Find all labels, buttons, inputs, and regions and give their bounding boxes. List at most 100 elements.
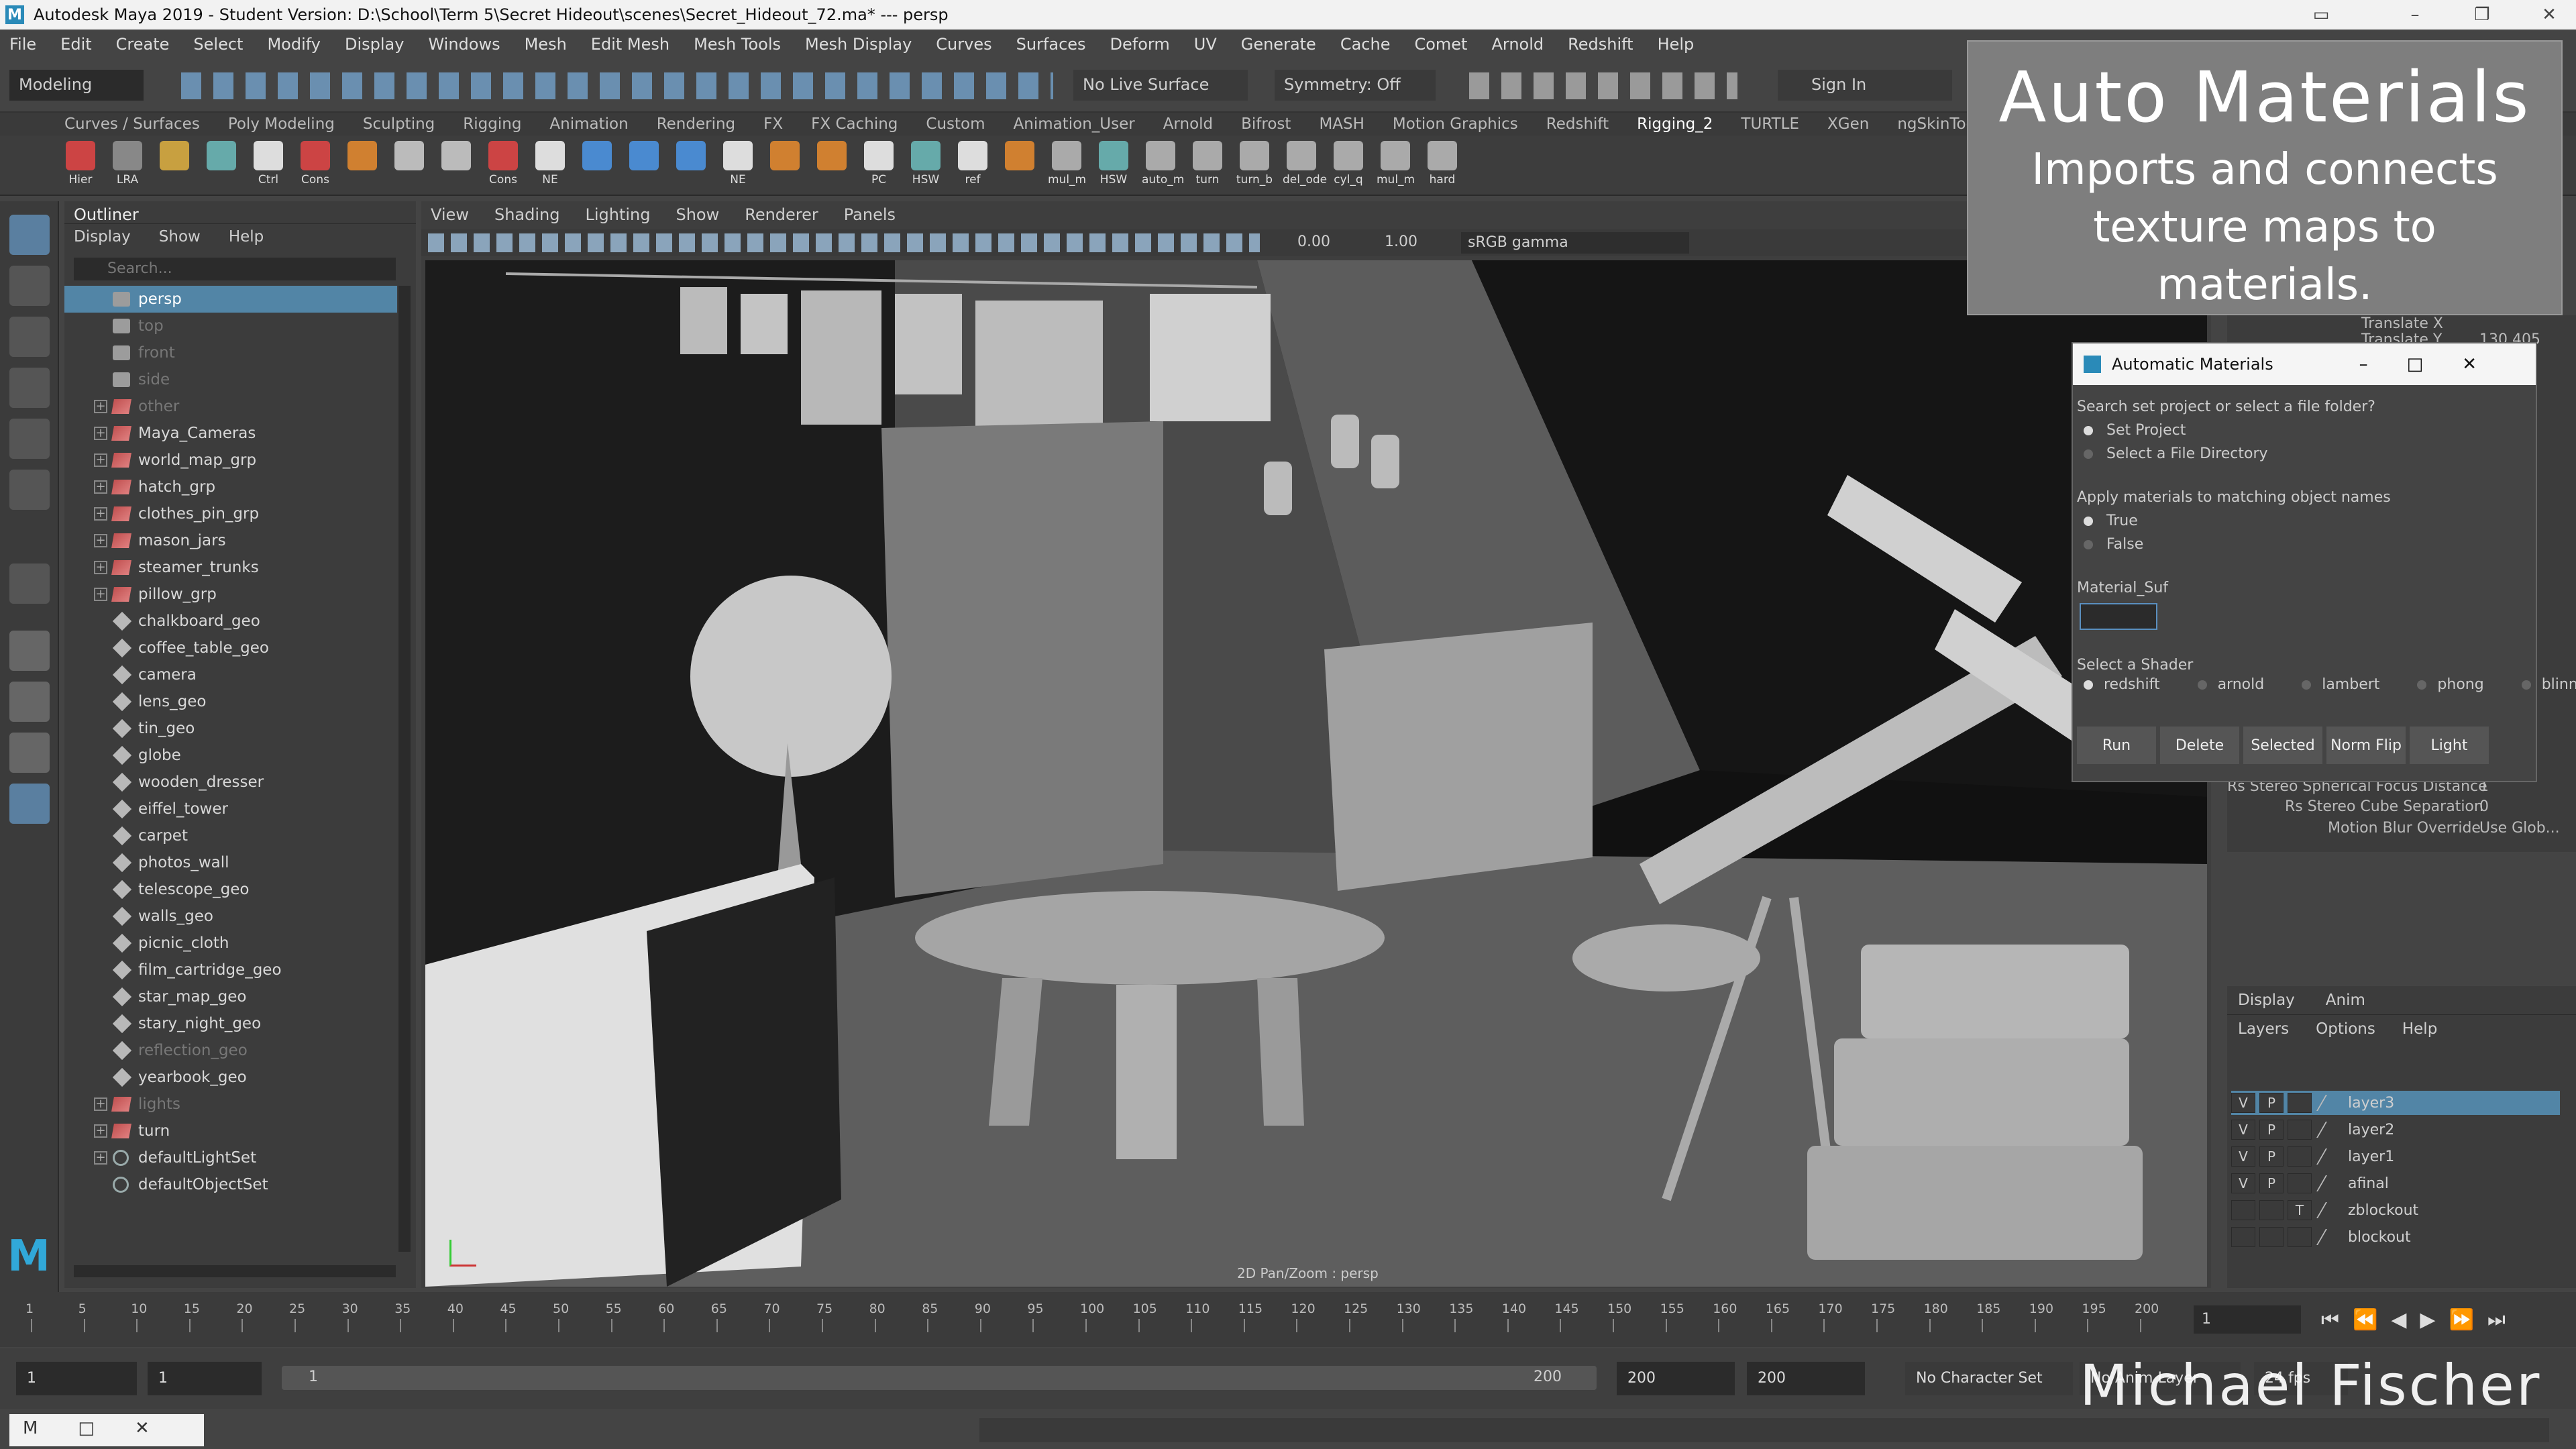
outliner-item[interactable]: front — [64, 339, 397, 366]
outliner-item[interactable]: star_map_geo — [64, 983, 397, 1010]
shelf-tab[interactable]: Bifrost — [1241, 115, 1291, 133]
expand-icon[interactable]: + — [94, 1097, 107, 1111]
shelf-icon[interactable]: mul_m — [1048, 141, 1086, 195]
layer-v-toggle[interactable]: V — [2231, 1173, 2255, 1193]
outliner-item[interactable]: + pillow_grp — [64, 581, 397, 608]
expand-icon[interactable]: + — [94, 453, 107, 467]
shader-radio-redshift[interactable]: redshift — [2084, 676, 2179, 693]
viewport-menu-panels[interactable]: Panels — [844, 205, 896, 224]
shelf-icon[interactable]: HSW — [907, 141, 945, 195]
menu-edit-mesh[interactable]: Edit Mesh — [591, 35, 669, 54]
outliner-item[interactable]: + steamer_trunks — [64, 554, 397, 581]
current-frame-field[interactable]: 1 — [2194, 1305, 2301, 1334]
shelf-icon[interactable] — [343, 141, 381, 195]
shader-radio-blinn[interactable]: blinn — [2521, 676, 2576, 693]
outliner-item[interactable]: telescope_geo — [64, 876, 397, 903]
mini-window-controls[interactable]: M□✕ — [9, 1414, 204, 1446]
outliner-item[interactable]: tin_geo — [64, 715, 397, 742]
layer-v-toggle[interactable]: V — [2231, 1093, 2255, 1113]
shelf-icon[interactable] — [813, 141, 851, 195]
lasso-tool-icon[interactable] — [9, 266, 50, 306]
menu-mesh[interactable]: Mesh — [525, 35, 567, 54]
menu-help[interactable]: Help — [1658, 35, 1695, 54]
shelf-icon[interactable] — [766, 141, 804, 195]
layout-single-icon[interactable] — [9, 631, 50, 671]
minimize-button[interactable]: – — [2388, 0, 2442, 30]
shelf-tab[interactable]: Rendering — [657, 115, 735, 133]
start-time-field[interactable]: 1 — [16, 1362, 137, 1395]
expand-icon[interactable]: + — [94, 1151, 107, 1165]
close-button[interactable]: ✕ — [2522, 0, 2576, 30]
shelf-icon[interactable] — [390, 141, 428, 195]
outliner-item[interactable]: side — [64, 366, 397, 393]
shelf-icon[interactable]: del_ode — [1283, 141, 1327, 195]
layer-t-toggle[interactable] — [2288, 1093, 2312, 1113]
end-time-field[interactable]: 200 — [1747, 1362, 1865, 1395]
shelf-icon[interactable]: turn — [1189, 141, 1226, 195]
layer-color-swatch[interactable] — [2316, 1095, 2342, 1111]
layer-v-toggle[interactable] — [2231, 1200, 2255, 1220]
menu-edit[interactable]: Edit — [60, 35, 91, 54]
layer-color-swatch[interactable] — [2316, 1148, 2342, 1165]
playback-end-field[interactable]: 200 — [1617, 1362, 1735, 1395]
outliner-item[interactable]: carpet — [64, 822, 397, 849]
menu-file[interactable]: File — [9, 35, 36, 54]
outliner-menu-help[interactable]: Help — [229, 228, 264, 246]
live-surface-field[interactable]: No Live Surface — [1073, 70, 1248, 101]
radio-set-project[interactable]: Set Project — [2084, 422, 2532, 439]
shelf-icon[interactable]: mul_m — [1377, 141, 1415, 195]
shelf-icon[interactable] — [625, 141, 663, 195]
layer-menu-help[interactable]: Help — [2402, 1020, 2437, 1038]
expand-icon[interactable]: + — [94, 588, 107, 601]
menu-select[interactable]: Select — [193, 35, 243, 54]
shader-radio-lambert[interactable]: lambert — [2302, 676, 2398, 693]
shelf-tab[interactable]: FX Caching — [811, 115, 898, 133]
selected-button[interactable]: Selected — [2243, 727, 2322, 764]
shelf-icon[interactable]: Cons — [484, 141, 522, 195]
run-button[interactable]: Run — [2077, 727, 2156, 764]
motion-blur-value[interactable]: Use Glob... — [2479, 820, 2560, 837]
layer-tab-anim[interactable]: Anim — [2326, 991, 2365, 1009]
outliner-item[interactable]: + other — [64, 393, 397, 420]
outliner-item[interactable]: reflection_geo — [64, 1037, 397, 1064]
layer-p-toggle[interactable]: P — [2259, 1120, 2284, 1140]
viewport-menu-view[interactable]: View — [431, 205, 469, 224]
shelf-icon[interactable]: turn_b — [1236, 141, 1273, 195]
expand-icon[interactable]: + — [94, 507, 107, 521]
shelf-icon[interactable] — [1001, 141, 1038, 195]
sign-in-button[interactable]: Sign In — [1778, 70, 1952, 101]
menu-uv[interactable]: UV — [1194, 35, 1217, 54]
outliner-item[interactable]: + hatch_grp — [64, 474, 397, 500]
symmetry-dropdown[interactable]: Symmetry: Off — [1275, 70, 1436, 101]
shelf-icon[interactable]: Hier — [62, 141, 99, 195]
shelf-tab[interactable]: Animation_User — [1014, 115, 1135, 133]
outliner-item[interactable]: film_cartridge_geo — [64, 957, 397, 983]
outliner-item[interactable]: + turn — [64, 1118, 397, 1144]
range-bar[interactable]: 1 200 — [282, 1366, 1597, 1390]
outliner-item[interactable]: + mason_jars — [64, 527, 397, 554]
shelf-icon[interactable]: PC — [860, 141, 898, 195]
shelf-icon[interactable]: NE — [719, 141, 757, 195]
shelf-tab[interactable]: MASH — [1319, 115, 1364, 133]
cube-separation-value[interactable]: 0 — [2479, 798, 2489, 815]
outliner-menu-display[interactable]: Display — [74, 228, 131, 246]
menu-curves[interactable]: Curves — [936, 35, 991, 54]
3d-viewport[interactable]: 2D Pan/Zoom : persp — [425, 260, 2207, 1287]
menu-create[interactable]: Create — [116, 35, 170, 54]
shelf-tab[interactable]: Sculpting — [363, 115, 435, 133]
outliner-item[interactable]: lens_geo — [64, 688, 397, 715]
outliner-item[interactable]: persp — [64, 286, 397, 313]
radio-false[interactable]: False — [2084, 536, 2532, 553]
shelf-icon[interactable]: auto_m — [1142, 141, 1184, 195]
layer-menu-options[interactable]: Options — [2316, 1020, 2375, 1038]
outliner-item[interactable]: yearbook_geo — [64, 1064, 397, 1091]
shelf-tab[interactable]: Custom — [926, 115, 985, 133]
expand-icon[interactable]: + — [94, 534, 107, 547]
menu-display[interactable]: Display — [345, 35, 404, 54]
command-line[interactable] — [979, 1418, 2549, 1442]
outliner-item[interactable]: + defaultLightSet — [64, 1144, 397, 1171]
shelf-tab[interactable]: Redshift — [1546, 115, 1609, 133]
scale-tool-icon[interactable] — [9, 470, 50, 510]
outliner-item[interactable]: picnic_cloth — [64, 930, 397, 957]
layer-color-swatch[interactable] — [2316, 1202, 2342, 1218]
